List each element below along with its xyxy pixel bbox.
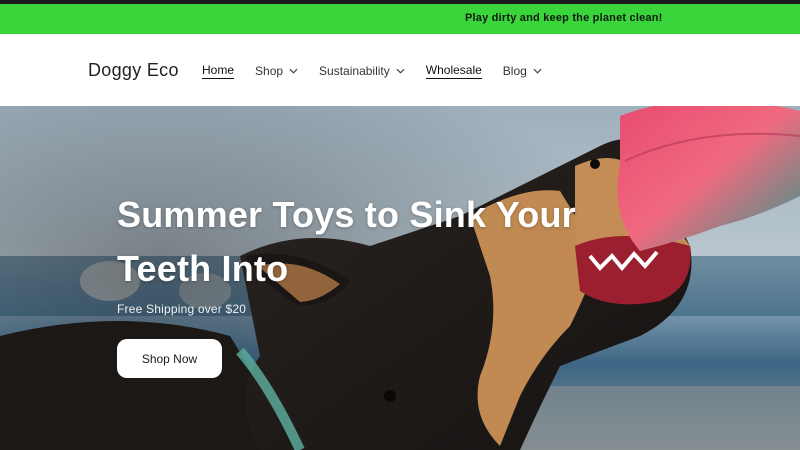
site-header: Doggy Eco Home Shop Sustainability Whole… (0, 34, 800, 106)
nav-item-sustainability[interactable]: Sustainability (319, 64, 405, 79)
nav-item-label: Wholesale (425, 63, 482, 79)
announcement-text: Play dirty and keep the planet clean! (465, 12, 663, 24)
hero-subtitle: Free Shipping over $20 (117, 302, 247, 316)
nav-item-blog[interactable]: Blog (503, 64, 542, 79)
nav-item-label: Sustainability (319, 63, 390, 78)
shop-now-button[interactable]: Shop Now (117, 339, 222, 378)
site-logo[interactable]: Doggy Eco (88, 60, 179, 81)
nav-item-label: Blog (502, 63, 527, 78)
hero-banner: Summer Toys to Sink Your Teeth Into Free… (0, 106, 800, 450)
nav-item-wholesale[interactable]: Wholesale (425, 63, 482, 79)
announcement-bar: Play dirty and keep the planet clean! (0, 4, 800, 34)
main-nav: Home Shop Sustainability Wholesale Blog (202, 62, 563, 80)
chevron-down-icon (533, 68, 542, 74)
chevron-down-icon (289, 68, 298, 74)
nav-item-label: Shop (255, 63, 284, 78)
chevron-down-icon (396, 68, 405, 74)
nav-item-shop[interactable]: Shop (255, 64, 298, 79)
nav-item-label: Home (202, 63, 235, 79)
hero-title: Summer Toys to Sink Your Teeth Into (117, 194, 576, 289)
nav-item-home[interactable]: Home (202, 63, 235, 79)
